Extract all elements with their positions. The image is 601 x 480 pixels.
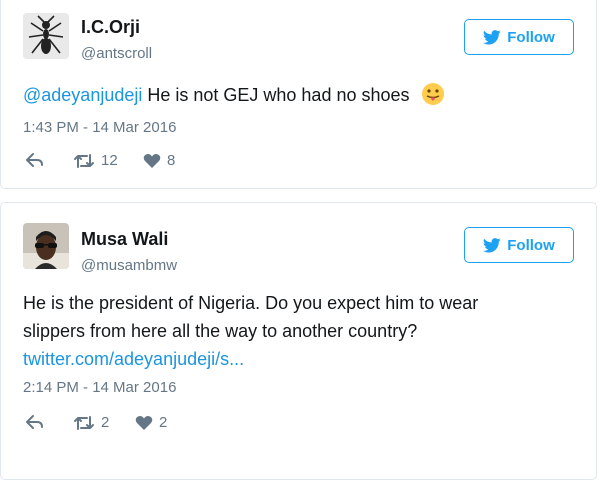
heart-icon	[143, 153, 161, 168]
tweet-text: @adeyanjudeji He is not GEJ who had no s…	[23, 81, 445, 109]
tweet-body: He is not GEJ who had no shoes	[142, 85, 410, 105]
display-name[interactable]: I.C.Orji	[81, 17, 140, 38]
retweet-count: 12	[101, 152, 118, 169]
ant-logo-icon	[23, 13, 69, 59]
timestamp[interactable]: 1:43 PM - 14 Mar 2016	[23, 119, 176, 136]
mention-link[interactable]: @adeyanjudeji	[23, 85, 142, 105]
avatar[interactable]	[23, 13, 69, 59]
reply-button[interactable]	[25, 414, 45, 430]
like-button[interactable]: 2	[135, 414, 167, 431]
reply-icon	[26, 415, 43, 429]
heart-icon	[135, 415, 153, 430]
user-handle[interactable]: @musambmw	[81, 257, 177, 274]
tweet-card: I.C.Orji @antscroll Follow @adeyanjudeji…	[0, 0, 597, 189]
profile-photo-icon	[23, 223, 69, 269]
like-count: 8	[167, 152, 176, 169]
reply-button[interactable]	[25, 152, 45, 168]
tweet-line-1: He is the president of Nigeria. Do you e…	[23, 293, 479, 313]
twitter-bird-icon	[483, 237, 501, 252]
retweet-icon	[74, 153, 94, 168]
follow-label: Follow	[507, 28, 555, 46]
follow-label: Follow	[507, 236, 555, 254]
tweet-text: He is the president of Nigeria. Do you e…	[23, 289, 478, 373]
tweet-link[interactable]: twitter.com/adeyanjudeji/s...	[23, 345, 478, 373]
retweet-button[interactable]: 2	[73, 414, 109, 431]
like-count: 2	[159, 414, 168, 431]
retweet-count: 2	[101, 414, 110, 431]
follow-button[interactable]: Follow	[464, 227, 574, 263]
tweet-line-2: slippers from here all the way to anothe…	[23, 321, 418, 341]
follow-button[interactable]: Follow	[464, 19, 574, 55]
display-name[interactable]: Musa Wali	[81, 229, 168, 250]
tweet-card: Musa Wali @musambmw Follow He is the pre…	[0, 202, 597, 480]
like-button[interactable]: 8	[143, 152, 175, 169]
reply-icon	[26, 153, 43, 167]
user-handle[interactable]: @antscroll	[81, 45, 152, 62]
avatar[interactable]	[23, 223, 69, 269]
retweet-icon	[74, 415, 94, 430]
twitter-bird-icon	[483, 29, 501, 44]
timestamp[interactable]: 2:14 PM - 14 Mar 2016	[23, 379, 176, 396]
stuck-out-tongue-emoji-icon	[421, 83, 444, 105]
retweet-button[interactable]: 12	[73, 152, 118, 169]
